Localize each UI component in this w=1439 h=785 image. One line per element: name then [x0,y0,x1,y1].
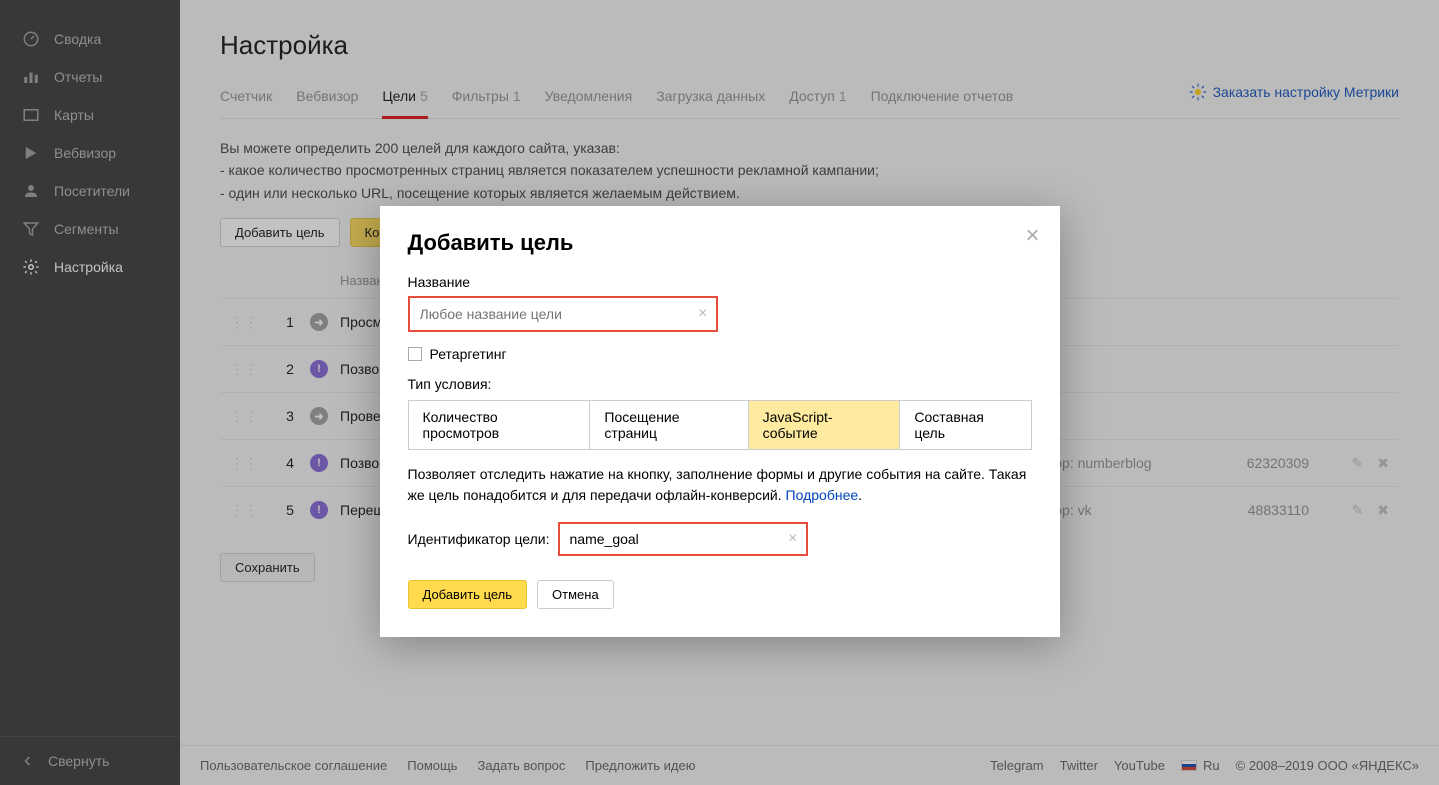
goal-id-input[interactable] [560,524,806,554]
condition-description: Позволяет отследить нажатие на кнопку, з… [408,464,1032,506]
retargeting-checkbox[interactable] [408,347,422,361]
condition-tabs: Количество просмотров Посещение страниц … [408,400,1032,450]
modal-title: Добавить цель [408,230,1032,256]
retargeting-label: Ретаргетинг [430,346,507,362]
cond-tab-composite[interactable]: Составная цель [900,401,1030,449]
add-goal-modal: × Добавить цель Название × Ретаргетинг Т… [380,206,1060,637]
clear-icon[interactable]: × [698,305,707,323]
modal-overlay[interactable]: × Добавить цель Название × Ретаргетинг Т… [0,0,1439,785]
cond-tab-pages[interactable]: Посещение страниц [590,401,748,449]
learn-more-link[interactable]: Подробнее [786,487,859,503]
modal-submit-button[interactable]: Добавить цель [408,580,528,609]
cond-tab-views[interactable]: Количество просмотров [409,401,591,449]
modal-cancel-button[interactable]: Отмена [537,580,614,609]
name-label: Название [408,274,1032,290]
goal-id-label: Идентификатор цели: [408,531,550,547]
clear-icon[interactable]: × [788,530,797,548]
goal-name-input[interactable] [410,298,716,330]
condition-type-label: Тип условия: [408,376,1032,392]
close-icon[interactable]: × [1025,224,1039,248]
cond-tab-js[interactable]: JavaScript-событие [749,401,901,449]
